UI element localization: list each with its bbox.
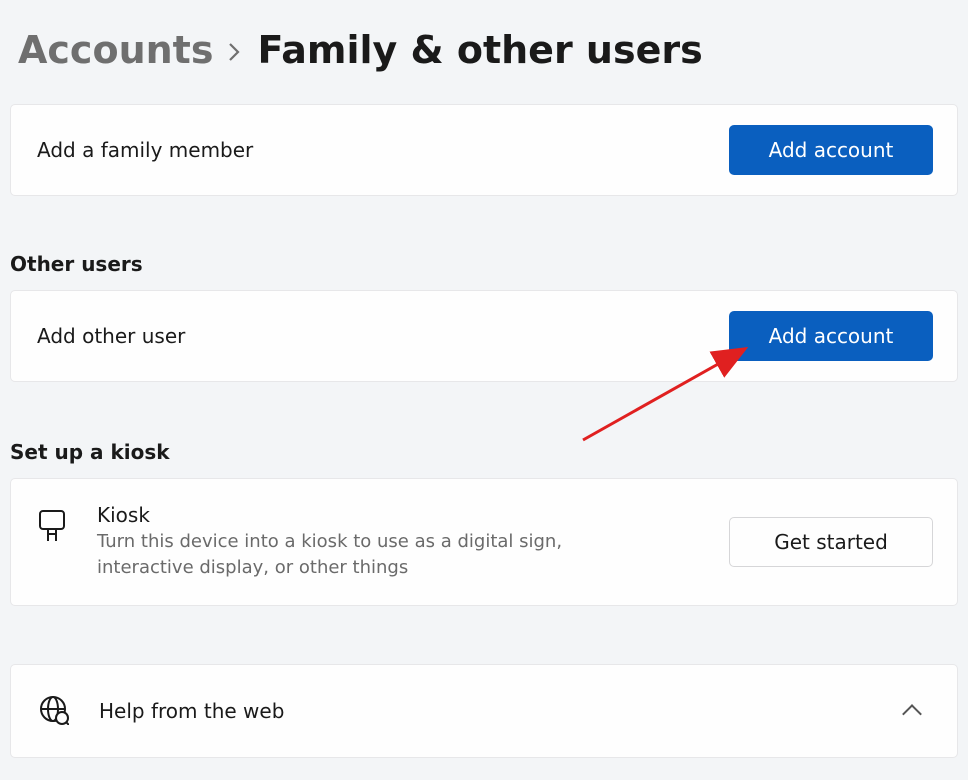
- kiosk-row: Kiosk Turn this device into a kiosk to u…: [10, 478, 958, 606]
- kiosk-icon: [37, 503, 67, 547]
- chevron-right-icon: [227, 36, 243, 69]
- kiosk-get-started-button[interactable]: Get started: [729, 517, 933, 567]
- breadcrumb-parent[interactable]: Accounts: [18, 28, 213, 72]
- kiosk-description: Turn this device into a kiosk to use as …: [97, 529, 657, 581]
- help-globe-icon: [37, 693, 69, 729]
- add-other-user-row: Add other user Add account: [10, 290, 958, 382]
- kiosk-left: Kiosk Turn this device into a kiosk to u…: [37, 503, 657, 581]
- add-other-user-label: Add other user: [37, 324, 185, 348]
- help-label: Help from the web: [99, 699, 284, 723]
- add-family-member-label: Add a family member: [37, 138, 253, 162]
- other-users-header: Other users: [0, 252, 968, 290]
- page-title: Family & other users: [257, 28, 702, 72]
- help-left: Help from the web: [37, 693, 284, 729]
- add-family-account-button[interactable]: Add account: [729, 125, 933, 175]
- kiosk-header: Set up a kiosk: [0, 440, 968, 478]
- kiosk-text: Kiosk Turn this device into a kiosk to u…: [97, 503, 657, 581]
- breadcrumb: Accounts Family & other users: [0, 0, 968, 104]
- chevron-up-icon: [905, 701, 933, 721]
- help-from-web-row[interactable]: Help from the web: [10, 664, 958, 758]
- kiosk-title: Kiosk: [97, 503, 657, 527]
- add-other-user-account-button[interactable]: Add account: [729, 311, 933, 361]
- add-family-member-row: Add a family member Add account: [10, 104, 958, 196]
